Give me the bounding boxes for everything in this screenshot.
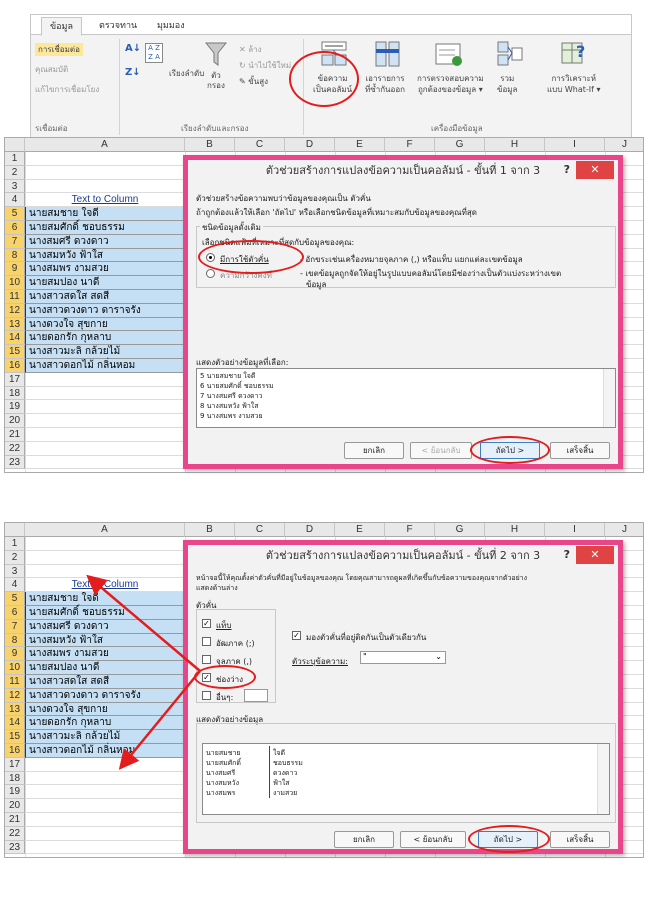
arrow-to-space: [86, 574, 201, 672]
arrow-to-space: [118, 670, 201, 770]
annotation-arrows: [86, 574, 201, 770]
